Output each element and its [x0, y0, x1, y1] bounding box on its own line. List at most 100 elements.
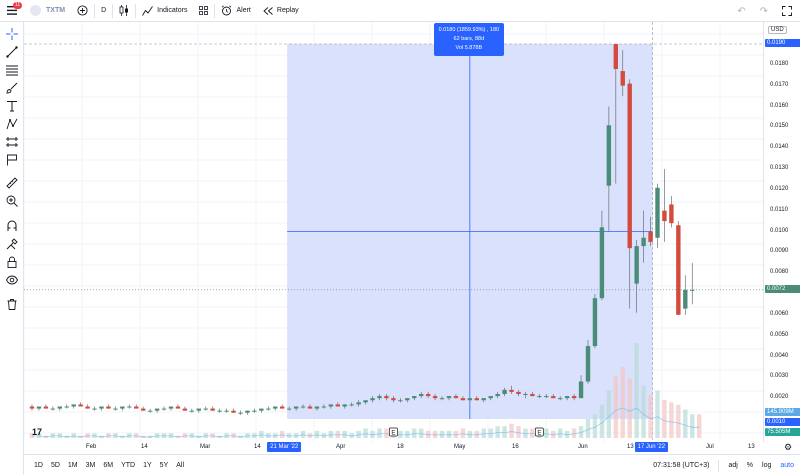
- interval-button[interactable]: D: [95, 0, 112, 22]
- replay-button[interactable]: Replay: [257, 0, 305, 22]
- compare-button[interactable]: [71, 0, 94, 22]
- price-tick: 0.0040: [770, 352, 789, 359]
- earnings-marker-label: E: [537, 431, 541, 437]
- clock-label[interactable]: 07:31:58 (UTC+3): [653, 462, 709, 469]
- volume-bar: [544, 428, 549, 438]
- indicators-button[interactable]: Indicators: [136, 0, 193, 22]
- time-axis[interactable]: Feb 14 Mar 14 Apr 18 May 16 Jun 13 Jul 13 21 Mar '22…: [24, 442, 763, 454]
- range-5d[interactable]: 5D: [47, 462, 64, 469]
- volume-bar: [690, 414, 695, 438]
- candle-body: [356, 402, 361, 405]
- crosshair-tool[interactable]: [4, 26, 20, 42]
- range-5y[interactable]: 5Y: [156, 462, 173, 469]
- interval-label: D: [101, 7, 107, 14]
- range-1y[interactable]: 1Y: [139, 462, 156, 469]
- price-tick: 0.0050: [770, 331, 789, 338]
- fullscreen-icon[interactable]: [782, 6, 792, 16]
- candle-body: [259, 408, 264, 411]
- lock-all-tool[interactable]: [4, 254, 20, 270]
- volume-bar: [606, 390, 612, 438]
- lock-drawing-icon: [6, 238, 18, 250]
- volume-bar: [697, 414, 702, 438]
- candle-body: [405, 398, 410, 401]
- symbol-search[interactable]: TXTM: [24, 0, 71, 22]
- volume-bar: [412, 428, 417, 438]
- currency-label[interactable]: USD: [768, 26, 787, 34]
- candle-body: [641, 237, 646, 247]
- redo-icon[interactable]: ↷: [760, 6, 768, 17]
- volume-bar: [558, 428, 563, 438]
- volume-bar: [509, 423, 514, 438]
- price-chart[interactable]: 17 E E 0.0180 (1859.93%) , 180 62 bars, 88…: [24, 22, 763, 442]
- high-price-label: 0.0190: [765, 39, 800, 47]
- time-tick: Apr: [336, 444, 346, 450]
- candle-body: [217, 410, 222, 412]
- alarm-clock-icon: [222, 5, 232, 16]
- chart-canvas[interactable]: 17 E E: [24, 22, 763, 442]
- candle-body: [196, 408, 201, 411]
- candle-body: [99, 406, 104, 409]
- candle-body: [113, 408, 118, 410]
- time-tick: May: [454, 444, 466, 450]
- candle-body: [293, 406, 299, 409]
- indicators-label: Indicators: [157, 7, 188, 14]
- range-3m[interactable]: 3M: [82, 462, 100, 469]
- tradingview-app: 11 TXTM D Indicators Alert Replay ↶ ↷ 17…: [0, 0, 800, 475]
- candle-body: [453, 396, 459, 399]
- candle-body: [655, 187, 660, 238]
- price-tick: 0.0030: [770, 373, 789, 380]
- chart-type-button[interactable]: [113, 0, 135, 22]
- volume-bar: [676, 404, 681, 438]
- magnet-tool[interactable]: [4, 218, 20, 234]
- brush-tool[interactable]: [4, 80, 20, 96]
- candle-body: [446, 396, 452, 399]
- price-tick: 0.0080: [770, 269, 789, 276]
- templates-button[interactable]: [193, 0, 214, 22]
- candle-body: [662, 210, 667, 222]
- symbol-logo-icon: [30, 5, 41, 16]
- prediction-tool[interactable]: [4, 134, 20, 150]
- candle-body: [537, 396, 542, 398]
- adj-toggle[interactable]: adj: [728, 462, 737, 469]
- lock-drawing-tool[interactable]: [4, 236, 20, 252]
- divider: [718, 459, 720, 472]
- candle-body: [509, 389, 514, 392]
- current-price-label: 0.0072: [765, 284, 800, 293]
- main-menu-button[interactable]: 11: [0, 0, 24, 22]
- zoom-tool[interactable]: [4, 193, 20, 209]
- candle-body: [412, 396, 417, 399]
- time-tick: 18: [397, 444, 404, 450]
- percent-toggle[interactable]: %: [747, 462, 753, 469]
- log-toggle[interactable]: log: [762, 462, 771, 469]
- range-1m[interactable]: 1M: [64, 462, 82, 469]
- trend-line-tool[interactable]: [4, 44, 20, 60]
- hide-tool[interactable]: [4, 272, 20, 288]
- settings-gear-icon[interactable]: ⚙: [776, 442, 800, 454]
- zoom-icon: [6, 195, 18, 207]
- candle-body: [134, 406, 139, 409]
- time-tick: 16: [512, 444, 519, 450]
- ruler-tool[interactable]: [4, 175, 20, 191]
- volume-bar: [613, 376, 618, 438]
- undo-icon[interactable]: ↶: [737, 6, 745, 17]
- range-all[interactable]: All: [172, 462, 188, 469]
- candle-body: [182, 408, 188, 411]
- notification-badge: 11: [13, 1, 23, 9]
- time-tick: Mar: [200, 444, 211, 450]
- candle-body: [558, 398, 563, 400]
- text-tool[interactable]: [4, 98, 20, 114]
- range-ytd[interactable]: YTD: [117, 462, 139, 469]
- range-6m[interactable]: 6M: [99, 462, 117, 469]
- remove-tool[interactable]: [4, 296, 20, 312]
- auto-toggle[interactable]: auto: [780, 462, 794, 469]
- alert-button[interactable]: Alert: [215, 0, 256, 22]
- candle-body: [370, 398, 375, 401]
- price-axis[interactable]: USD 0.0180 0.0170 0.0160 0.0150 0.0140 0.0130…: [763, 22, 800, 442]
- pattern-tool[interactable]: [4, 116, 20, 132]
- flag-tool[interactable]: [4, 152, 20, 168]
- range-1d[interactable]: 1D: [30, 462, 47, 469]
- candle-body: [648, 231, 653, 242]
- candles-icon: [119, 5, 129, 16]
- measure-bars: 62 bars, 88d: [453, 36, 485, 42]
- fib-tool[interactable]: [4, 62, 20, 78]
